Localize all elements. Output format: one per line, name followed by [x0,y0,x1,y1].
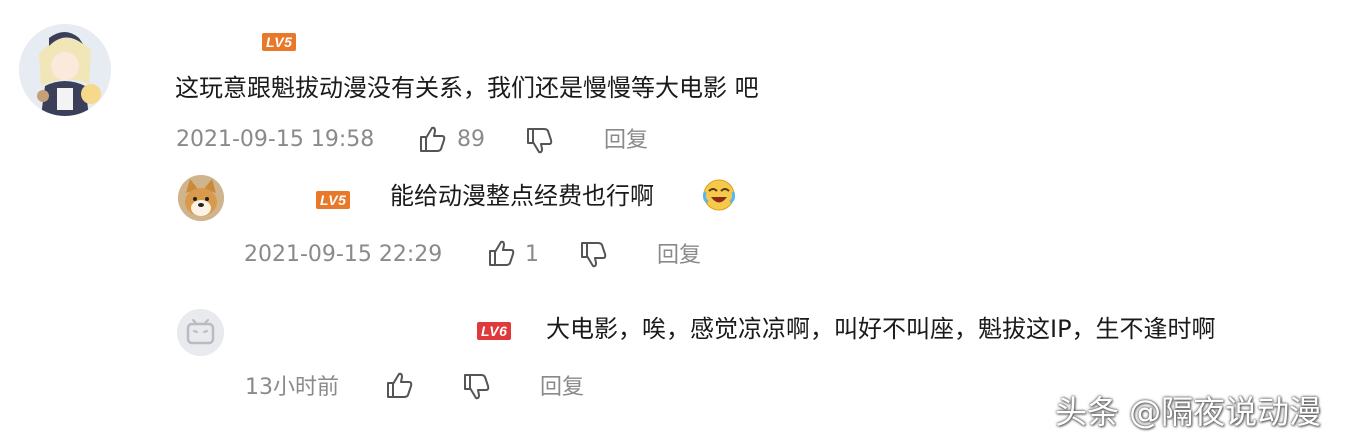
level-badge: LV6 [477,322,512,340]
level-badge: LV5 [262,33,297,51]
thumbs-down-icon[interactable] [461,372,491,402]
like-count: 1 [525,242,539,267]
thumbs-down-icon[interactable] [524,126,554,156]
like-count: 89 [457,127,485,152]
avatar[interactable] [177,309,224,356]
avatar[interactable] [19,24,111,116]
comment-text: 大电影，唉，感觉凉凉啊，叫好不叫座，魁拔这IP，生不逢时啊 [546,315,1216,343]
thumbs-up-icon[interactable] [486,238,516,268]
thumbs-down-icon[interactable] [578,240,608,270]
timestamp: 2021-09-15 19:58 [176,127,375,152]
bilibili-tv-avatar-icon [177,309,224,356]
thumbs-up-icon[interactable] [417,124,447,154]
shiba-dog-avatar-icon [178,175,224,221]
thumbs-up-icon[interactable] [384,370,414,400]
reply-button[interactable]: 回复 [657,243,701,269]
anime-girl-avatar-icon [19,24,111,116]
reply-button[interactable]: 回复 [604,128,648,154]
timestamp: 13小时前 [245,375,339,400]
level-badge: LV5 [316,191,351,209]
watermark: 头条 @隔夜说动漫 [1055,393,1322,431]
comment-text: 能给动漫整点经费也行啊 [390,182,654,210]
reply-button[interactable]: 回复 [540,375,584,401]
timestamp: 2021-09-15 22:29 [244,242,443,267]
comment-text: 这玩意跟魁拔动漫没有关系，我们还是慢慢等大电影 吧 [175,74,759,102]
crying-laughing-emoji-icon [702,178,736,212]
avatar[interactable] [178,175,224,221]
